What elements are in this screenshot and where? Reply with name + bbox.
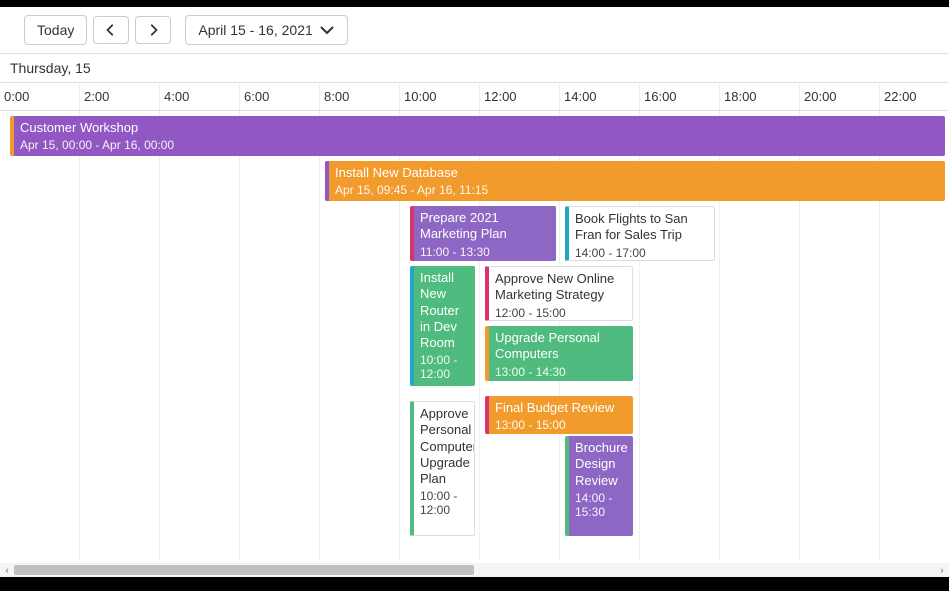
appointment-title: Book Flights to San Fran for Sales Trip bbox=[575, 211, 708, 244]
appointment-time: 10:00 - 12:00 bbox=[420, 353, 469, 381]
today-button[interactable]: Today bbox=[24, 15, 87, 45]
appointment-time: 10:00 - 12:00 bbox=[420, 489, 468, 517]
appointment-title: Approve Personal Computer Upgrade Plan bbox=[420, 406, 468, 487]
appointment[interactable]: Approve New Online Marketing Strategy 12:… bbox=[485, 266, 633, 321]
appointment-title: Prepare 2021 Marketing Plan bbox=[420, 210, 550, 243]
appointment-title: Install New Router in Dev Room bbox=[420, 270, 469, 351]
next-button[interactable] bbox=[135, 16, 171, 44]
time-label: 20:00 bbox=[800, 83, 880, 110]
chevron-right-icon bbox=[146, 23, 160, 37]
date-range-picker[interactable]: April 15 - 16, 2021 bbox=[185, 15, 347, 45]
appointment[interactable]: Install New Router in Dev Room10:00 - 12… bbox=[410, 266, 475, 386]
appointment[interactable]: Book Flights to San Fran for Sales Trip 1… bbox=[565, 206, 715, 261]
appointment-time: 14:00 - 15:30 bbox=[575, 491, 627, 519]
appointment-title: Customer Workshop bbox=[20, 120, 939, 136]
time-label: 6:00 bbox=[240, 83, 320, 110]
appointment-time: Apr 15, 09:45 - Apr 16, 11:15 bbox=[335, 183, 939, 197]
prev-button[interactable] bbox=[93, 16, 129, 44]
appointment[interactable]: Brochure Design Review14:00 - 15:30 bbox=[565, 436, 633, 536]
appointment[interactable]: Prepare 2021 Marketing Plan 11:00 - 13:30 bbox=[410, 206, 556, 261]
chevron-down-icon bbox=[319, 22, 335, 38]
appointment-title: Install New Database bbox=[335, 165, 939, 181]
toolbar: Today April 15 - 16, 2021 bbox=[0, 7, 949, 54]
appointment-time: 13:00 - 15:00 bbox=[495, 418, 627, 432]
date-range-label: April 15 - 16, 2021 bbox=[198, 22, 312, 38]
appointment[interactable]: Approve Personal Computer Upgrade Plan10… bbox=[410, 401, 475, 536]
appointment[interactable]: Customer Workshop Apr 15, 00:00 - Apr 16,… bbox=[10, 116, 945, 156]
appointment-time: 14:00 - 17:00 bbox=[575, 246, 708, 260]
time-label: 0:00 bbox=[0, 83, 80, 110]
appointment-title: Approve New Online Marketing Strategy bbox=[495, 271, 626, 304]
appointment-title: Final Budget Review bbox=[495, 400, 627, 416]
appointment-time: Apr 15, 00:00 - Apr 16, 00:00 bbox=[20, 138, 939, 152]
time-label: 16:00 bbox=[640, 83, 720, 110]
time-label: 4:00 bbox=[160, 83, 240, 110]
scroll-left-arrow[interactable]: ‹ bbox=[0, 563, 14, 577]
day-header: Thursday, 15 bbox=[0, 54, 949, 83]
horizontal-scrollbar[interactable]: ‹ › bbox=[0, 563, 949, 577]
time-label: 10:00 bbox=[400, 83, 480, 110]
chevron-left-icon bbox=[104, 23, 118, 37]
time-label: 12:00 bbox=[480, 83, 560, 110]
time-ruler: 0:002:004:006:008:0010:0012:0014:0016:00… bbox=[0, 83, 949, 111]
time-label: 14:00 bbox=[560, 83, 640, 110]
appointment[interactable]: Install New Database Apr 15, 09:45 - Apr … bbox=[325, 161, 945, 201]
scroll-right-arrow[interactable]: › bbox=[935, 563, 949, 577]
time-label: 22:00 bbox=[880, 83, 949, 110]
time-label: 8:00 bbox=[320, 83, 400, 110]
timeline-grid: Customer Workshop Apr 15, 00:00 - Apr 16,… bbox=[0, 111, 949, 559]
appointment-time: 11:00 - 13:30 bbox=[420, 245, 550, 259]
appointment[interactable]: Upgrade Personal Computers 13:00 - 14:30 bbox=[485, 326, 633, 381]
appointment-time: 12:00 - 15:00 bbox=[495, 306, 626, 320]
time-label: 18:00 bbox=[720, 83, 800, 110]
appointment[interactable]: Final Budget Review 13:00 - 15:00 bbox=[485, 396, 633, 434]
appointment-title: Upgrade Personal Computers bbox=[495, 330, 627, 363]
appointment-time: 13:00 - 14:30 bbox=[495, 365, 627, 379]
scroll-thumb[interactable] bbox=[14, 565, 474, 575]
appointment-title: Brochure Design Review bbox=[575, 440, 627, 489]
time-label: 2:00 bbox=[80, 83, 160, 110]
